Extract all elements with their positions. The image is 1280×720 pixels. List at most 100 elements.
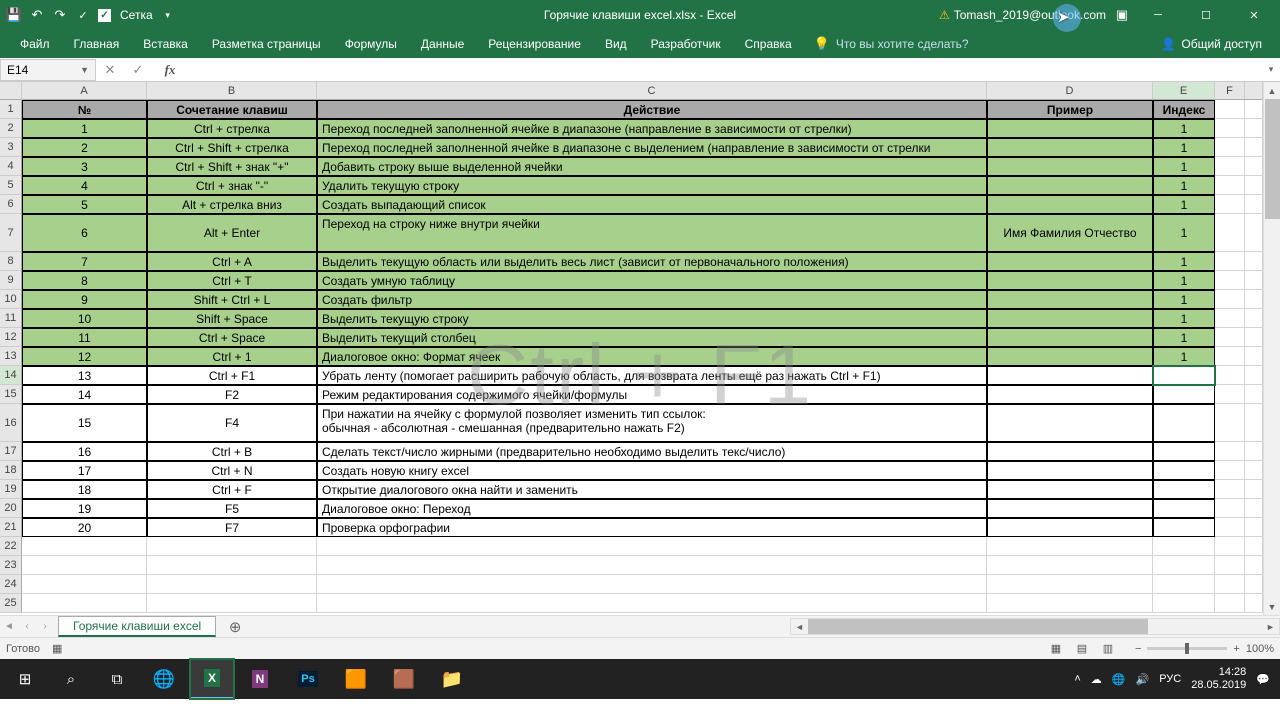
ribbon-tab[interactable]: Рецензирование: [476, 30, 593, 58]
col-header[interactable]: [1245, 82, 1263, 100]
close-button[interactable]: ✕: [1234, 0, 1274, 30]
ribbon-tab[interactable]: Формулы: [333, 30, 409, 58]
formula-input[interactable]: [184, 59, 1262, 81]
row-header[interactable]: 22: [0, 537, 22, 556]
cell[interactable]: Ctrl + A: [147, 252, 317, 271]
cell[interactable]: 16: [22, 442, 147, 461]
cell[interactable]: [147, 537, 317, 556]
cell[interactable]: Ctrl + F1: [147, 366, 317, 385]
ribbon-tab[interactable]: Вставка: [131, 30, 200, 58]
cell[interactable]: 2: [22, 138, 147, 157]
row-header[interactable]: 8: [0, 252, 22, 271]
cell[interactable]: [987, 309, 1153, 328]
cell[interactable]: Ctrl + N: [147, 461, 317, 480]
row-header[interactable]: 10: [0, 290, 22, 309]
ribbon-tab[interactable]: Вид: [593, 30, 639, 58]
photoshop-app[interactable]: Ps: [286, 659, 330, 699]
cell[interactable]: 13: [22, 366, 147, 385]
row-header[interactable]: 16: [0, 404, 22, 442]
row-header[interactable]: 7: [0, 214, 22, 252]
cell[interactable]: [1245, 480, 1263, 499]
tab-nav-first-icon[interactable]: ◄: [0, 621, 18, 632]
cell[interactable]: [1215, 480, 1245, 499]
row-header[interactable]: 21: [0, 518, 22, 537]
tray-up-icon[interactable]: ˄: [1074, 673, 1080, 685]
volume-icon[interactable]: 🔊: [1136, 673, 1150, 686]
redo-icon[interactable]: ↷: [52, 7, 68, 23]
hscroll-left-icon[interactable]: ◄: [791, 622, 808, 632]
cell[interactable]: [987, 138, 1153, 157]
cell[interactable]: [22, 575, 147, 594]
cell[interactable]: Диалоговое окно: Переход: [317, 499, 987, 518]
cell[interactable]: [987, 366, 1153, 385]
start-button[interactable]: ⊞: [4, 659, 46, 699]
tab-nav-prev-icon[interactable]: ‹: [18, 621, 36, 632]
scroll-up-icon[interactable]: ▲: [1264, 82, 1280, 99]
cell[interactable]: Диалоговое окно: Формат ячеек: [317, 347, 987, 366]
cell[interactable]: [987, 252, 1153, 271]
row-header[interactable]: 2: [0, 119, 22, 138]
add-sheet-icon[interactable]: ⊕: [224, 618, 246, 636]
cell[interactable]: [987, 195, 1153, 214]
cell[interactable]: [1215, 404, 1245, 442]
cell[interactable]: 9: [22, 290, 147, 309]
cell[interactable]: [987, 575, 1153, 594]
cell[interactable]: Удалить текущую строку: [317, 176, 987, 195]
cell[interactable]: [22, 537, 147, 556]
cell[interactable]: [1215, 556, 1245, 575]
cell[interactable]: 1: [1153, 214, 1215, 252]
select-all-corner[interactable]: [0, 82, 22, 100]
cell[interactable]: Ctrl + Shift + знак "+": [147, 157, 317, 176]
page-layout-view-icon[interactable]: ▤: [1071, 640, 1093, 658]
cell[interactable]: Ctrl + стрелка: [147, 119, 317, 138]
cell[interactable]: 11: [22, 328, 147, 347]
cell[interactable]: [987, 518, 1153, 537]
row-header[interactable]: 5: [0, 176, 22, 195]
row-header[interactable]: 18: [0, 461, 22, 480]
cell[interactable]: [1245, 556, 1263, 575]
cell[interactable]: Убрать ленту (помогает расширить рабочую…: [317, 366, 987, 385]
sheet-tab[interactable]: Горячие клавиши excel: [58, 616, 216, 637]
cell[interactable]: [1153, 404, 1215, 442]
cell[interactable]: [1215, 176, 1245, 195]
cell[interactable]: [1215, 157, 1245, 176]
cell[interactable]: [987, 157, 1153, 176]
col-header[interactable]: F: [1215, 82, 1245, 100]
ribbon-display-icon[interactable]: ▣: [1114, 7, 1130, 23]
cell[interactable]: Создать фильтр: [317, 290, 987, 309]
cell[interactable]: 12: [22, 347, 147, 366]
cell[interactable]: Ctrl + F: [147, 480, 317, 499]
ribbon-tab[interactable]: Главная: [62, 30, 132, 58]
cell[interactable]: 4: [22, 176, 147, 195]
col-header[interactable]: C: [317, 82, 987, 100]
row-header[interactable]: 14: [0, 366, 22, 385]
cell[interactable]: [987, 328, 1153, 347]
enter-formula-icon[interactable]: ✓: [124, 59, 152, 81]
macro-record-icon[interactable]: ▦: [52, 642, 62, 655]
cell[interactable]: [1153, 537, 1215, 556]
app-5[interactable]: 🟫: [382, 659, 426, 699]
cell[interactable]: 1: [1153, 252, 1215, 271]
cell[interactable]: [987, 385, 1153, 404]
cell[interactable]: [317, 537, 987, 556]
cell[interactable]: 1: [1153, 195, 1215, 214]
zoom-slider[interactable]: [1147, 647, 1227, 650]
cell[interactable]: Ctrl + 1: [147, 347, 317, 366]
row-header[interactable]: 20: [0, 499, 22, 518]
row-header[interactable]: 9: [0, 271, 22, 290]
cell[interactable]: Имя Фамилия Отчество: [987, 214, 1153, 252]
cell[interactable]: [987, 461, 1153, 480]
cell[interactable]: Переход на строку ниже внутри ячейки: [317, 214, 987, 252]
cell[interactable]: F5: [147, 499, 317, 518]
cell[interactable]: Открытие диалогового окна найти и замени…: [317, 480, 987, 499]
user-account[interactable]: ⚠ Tomash_2019@outlook.com: [939, 8, 1106, 22]
cell[interactable]: [1245, 328, 1263, 347]
cell[interactable]: [1153, 366, 1215, 385]
cell[interactable]: 19: [22, 499, 147, 518]
cell[interactable]: [1245, 442, 1263, 461]
zoom-out-icon[interactable]: −: [1135, 643, 1141, 655]
explorer-app[interactable]: 📁: [430, 659, 474, 699]
notifications-icon[interactable]: 💬: [1256, 673, 1270, 686]
cell[interactable]: Сделать текст/число жирными (предварител…: [317, 442, 987, 461]
cell[interactable]: Ctrl + знак "-": [147, 176, 317, 195]
